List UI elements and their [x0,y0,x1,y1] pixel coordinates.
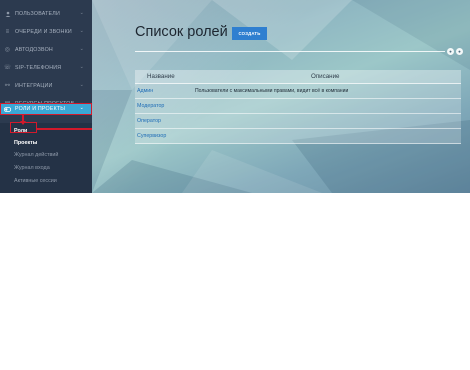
settings-icon[interactable]: ● [447,48,454,55]
divider [135,51,445,52]
roles-table: Название Описание Админ Пользователи с м… [135,70,461,144]
create-button[interactable]: создать [232,27,267,40]
sidebar-submenu: Роли Проекты Журнал действий Журнал вход… [0,123,92,193]
annotation-arrow-right [37,126,102,131]
queue-icon: ≡ [5,28,10,35]
page-title: Список ролей [135,24,228,40]
chevron-down-icon: ⌄ [79,46,84,52]
toggle-icon [4,106,11,113]
sidebar-item-label: Автодозвон [15,46,53,53]
submenu-item-projects[interactable]: Проекты [14,140,37,146]
autodial-icon: ◎ [4,46,11,53]
integration-icon: ⚯ [4,82,11,89]
sidebar-item-label: Интеграции [15,82,53,89]
sidebar: Пользователи ⌄ ≡ Очереди и звонки ⌄ ◎ Ав… [0,0,92,193]
table-header: Название Описание [135,70,461,84]
submenu-item-login-log[interactable]: Журнал входа [14,165,50,171]
chevron-down-icon: ⌄ [79,64,84,70]
chevron-down-icon: ⌄ [79,28,84,34]
chevron-down-icon: ⌄ [79,105,84,111]
role-name-link[interactable]: Оператор [137,118,161,124]
chevron-down-icon: ⌄ [79,10,84,16]
sidebar-item-label: Пользователи [15,10,60,17]
submenu-item-action-log[interactable]: Журнал действий [14,152,58,158]
sidebar-item-label: Роли и проекты [15,106,66,112]
role-description: Пользователи с максимальными правами, ви… [195,88,349,94]
sidebar-item-roles-projects[interactable]: Роли и проекты ⌄ [0,103,92,115]
column-header-name[interactable]: Название [147,73,175,80]
chevron-down-icon: ⌄ [79,82,84,88]
role-name-link[interactable]: Модератор [137,103,164,109]
annotation-arrow-down [20,115,25,125]
role-name-link[interactable]: Супервизор [137,133,166,139]
submenu-item-active-sessions[interactable]: Активные сессии [14,178,57,184]
table-row[interactable]: Админ Пользователи с максимальными права… [135,84,461,99]
user-icon [4,10,11,17]
role-name-link[interactable]: Админ [137,88,153,94]
table-row[interactable]: Оператор [135,114,461,129]
refresh-icon[interactable]: ● [456,48,463,55]
main-content: Список ролей создать ● ● Название Описан… [92,0,470,193]
phone-icon: ☏ [3,64,12,71]
screenshot: Пользователи ⌄ ≡ Очереди и звонки ⌄ ◎ Ав… [0,0,470,193]
column-header-description[interactable]: Описание [311,73,339,80]
sidebar-item-label: Очереди и звонки [15,28,72,35]
sidebar-item-label: SIP-телефония [15,64,62,71]
table-row[interactable]: Супервизор [135,129,461,144]
table-row[interactable]: Модератор [135,99,461,114]
